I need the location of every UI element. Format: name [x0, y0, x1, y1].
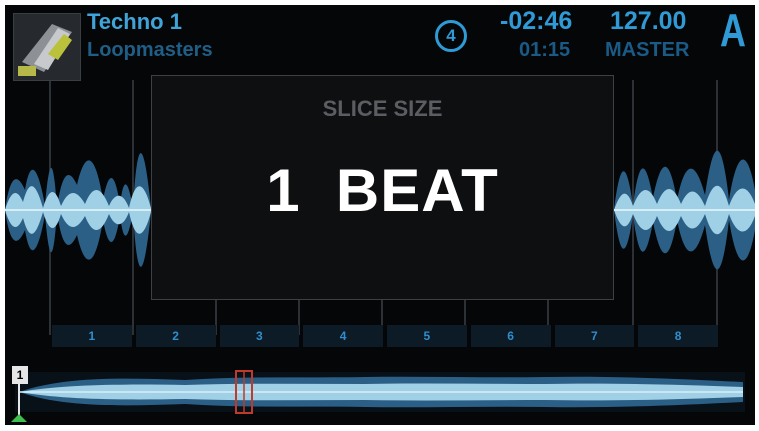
time-remaining: -02:46 — [500, 7, 573, 35]
deck-letter: A — [720, 5, 746, 56]
track-title: Techno 1 — [87, 9, 182, 34]
slice-8[interactable]: 8 — [638, 325, 718, 347]
slice-6[interactable]: 6 — [470, 325, 551, 347]
slice-3[interactable]: 3 — [219, 325, 300, 347]
overlay-label: SLICE SIZE — [322, 96, 443, 121]
slice-2[interactable]: 2 — [135, 325, 216, 347]
beat-counter: 4 — [435, 20, 467, 52]
bpm-display: 127.00 — [610, 7, 687, 35]
slice-size-value: 1 BEAT — [266, 157, 499, 224]
slice-4[interactable]: 4 — [303, 325, 383, 347]
track-artist: Loopmasters — [87, 39, 213, 61]
overview-waveform[interactable] — [5, 360, 755, 425]
slice-5[interactable]: 5 — [387, 325, 467, 347]
slice-size-overlay: SLICE SIZE 1 BEAT — [151, 75, 614, 300]
tempo-source: MASTER — [605, 39, 690, 61]
slice-row: 1 2 3 4 5 6 7 8 — [50, 325, 720, 347]
slice-7[interactable]: 7 — [554, 325, 635, 347]
deck-screen: Techno 1 Loopmasters 4 -02:46 01:15 127.… — [5, 5, 755, 425]
cue-point-badge[interactable]: 1 — [12, 366, 28, 384]
album-cover — [13, 13, 81, 81]
slice-1[interactable]: 1 — [52, 325, 132, 347]
time-elapsed: 01:15 — [519, 39, 571, 61]
